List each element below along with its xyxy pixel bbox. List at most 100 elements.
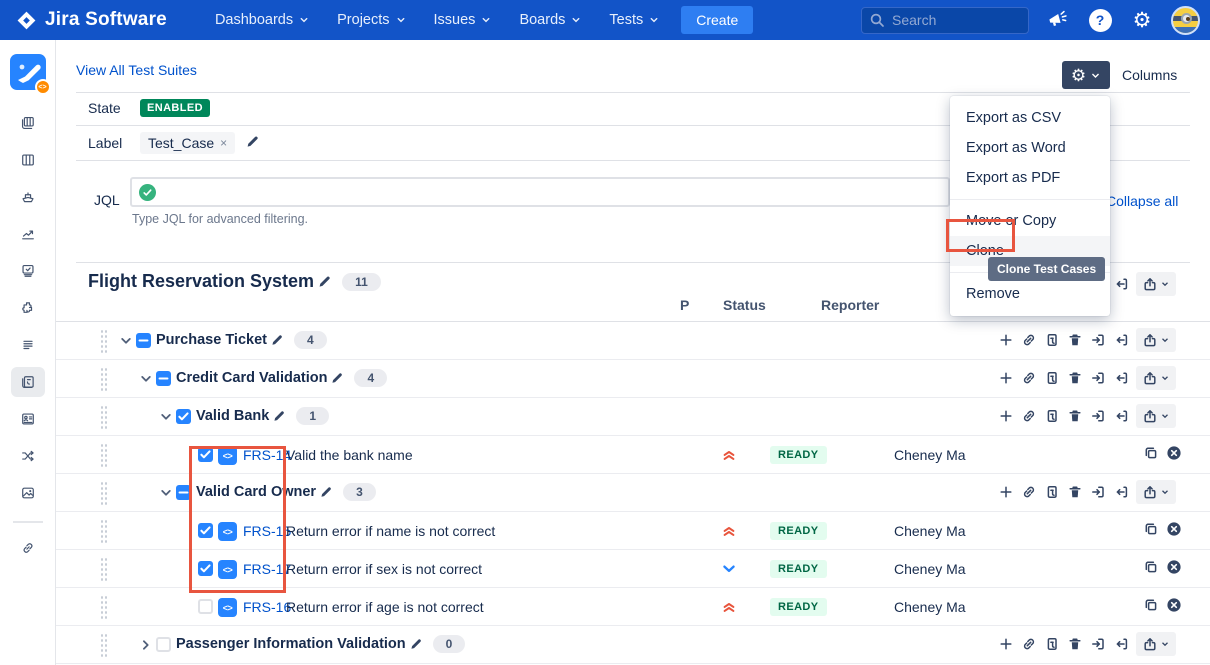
test-case-key-link[interactable]: FRS-16 — [243, 599, 291, 615]
move-out-icon[interactable] — [1113, 636, 1129, 652]
link-icon[interactable] — [1021, 484, 1037, 500]
clone-test-icon[interactable] — [1143, 445, 1159, 461]
sidebar-item-list-lines-icon[interactable] — [11, 330, 45, 360]
edit-pencil-icon[interactable] — [409, 637, 423, 651]
sidebar-item-contact-card-icon[interactable] — [11, 404, 45, 434]
remove-test-icon[interactable] — [1166, 559, 1182, 575]
test-checkbox-checked[interactable] — [198, 523, 213, 538]
trash-icon[interactable] — [1067, 332, 1083, 348]
label-edit-pencil-icon[interactable] — [245, 134, 260, 149]
copy-doc-icon[interactable] — [1044, 636, 1060, 652]
test-case-key-link[interactable]: FRS-14 — [243, 447, 291, 463]
announcements-megaphone-icon[interactable] — [1045, 7, 1071, 33]
add-icon[interactable] — [998, 408, 1014, 424]
drag-handle-icon[interactable] — [100, 367, 109, 391]
menu-item-export-as-csv[interactable]: Export as CSV — [950, 103, 1110, 133]
settings-gear-icon[interactable]: ⚙ — [1129, 7, 1155, 33]
move-in-icon[interactable] — [1090, 370, 1106, 386]
group-checkbox-indeterminate[interactable] — [176, 485, 191, 500]
export-menu-button[interactable] — [1136, 632, 1176, 656]
edit-pencil-icon[interactable] — [270, 333, 284, 347]
drag-handle-icon[interactable] — [100, 405, 109, 429]
export-menu-button[interactable] — [1136, 404, 1176, 428]
jql-input[interactable] — [130, 177, 950, 207]
move-out-icon[interactable] — [1113, 332, 1129, 348]
link-icon[interactable] — [1021, 332, 1037, 348]
view-all-test-suites-link[interactable]: View All Test Suites — [76, 62, 197, 78]
move-in-icon[interactable] — [1090, 332, 1106, 348]
move-out-icon[interactable] — [1113, 370, 1129, 386]
remove-test-icon[interactable] — [1166, 445, 1182, 461]
clone-test-icon[interactable] — [1143, 559, 1159, 575]
edit-pencil-icon[interactable] — [330, 371, 344, 385]
nav-menu-issues[interactable]: Issues — [424, 6, 502, 34]
move-out-icon[interactable] — [1113, 276, 1129, 292]
drag-handle-icon[interactable] — [100, 557, 109, 581]
add-icon[interactable] — [998, 484, 1014, 500]
copy-doc-icon[interactable] — [1044, 332, 1060, 348]
sidebar-item-board-columns-icon[interactable] — [11, 145, 45, 175]
trash-icon[interactable] — [1067, 636, 1083, 652]
help-icon[interactable]: ? — [1087, 7, 1113, 33]
sidebar-item-media-image-icon[interactable] — [11, 478, 45, 508]
export-menu-button[interactable] — [1136, 480, 1176, 504]
trash-icon[interactable] — [1067, 484, 1083, 500]
copy-doc-icon[interactable] — [1044, 370, 1060, 386]
sidebar-item-reports-chart-icon[interactable] — [11, 219, 45, 249]
chevron-down-icon[interactable] — [158, 409, 174, 425]
chevron-down-icon[interactable] — [158, 485, 174, 501]
collapse-all-link[interactable]: Collapse all — [1106, 193, 1178, 209]
group-checkbox-unchecked[interactable] — [156, 637, 171, 652]
nav-menu-projects[interactable]: Projects — [327, 6, 415, 34]
move-in-icon[interactable] — [1090, 408, 1106, 424]
link-icon[interactable] — [1021, 408, 1037, 424]
chevron-down-icon[interactable] — [138, 371, 154, 387]
move-in-icon[interactable] — [1090, 636, 1106, 652]
columns-button[interactable]: Columns — [1122, 67, 1177, 83]
sidebar-item-monitor-check-icon[interactable] — [11, 256, 45, 286]
add-icon[interactable] — [998, 332, 1014, 348]
export-menu-button[interactable] — [1136, 366, 1176, 390]
test-checkbox-checked[interactable] — [198, 447, 213, 462]
sidebar-item-link-chain-icon[interactable] — [11, 533, 45, 563]
drag-handle-icon[interactable] — [100, 481, 109, 505]
move-out-icon[interactable] — [1113, 408, 1129, 424]
chip-remove-icon[interactable]: × — [220, 136, 227, 150]
clone-test-icon[interactable] — [1143, 521, 1159, 537]
clone-test-icon[interactable] — [1143, 597, 1159, 613]
nav-menu-tests[interactable]: Tests — [599, 6, 669, 34]
copy-doc-icon[interactable] — [1044, 484, 1060, 500]
jira-logo[interactable]: Jira Software — [16, 9, 167, 31]
drag-handle-icon[interactable] — [100, 519, 109, 543]
menu-item-export-as-word[interactable]: Export as Word — [950, 133, 1110, 163]
move-in-icon[interactable] — [1090, 484, 1106, 500]
project-avatar-icon[interactable]: <> — [10, 54, 46, 90]
chevron-down-icon[interactable] — [118, 333, 134, 349]
remove-test-icon[interactable] — [1166, 597, 1182, 613]
sidebar-item-releases-ship-icon[interactable] — [11, 182, 45, 212]
drag-handle-icon[interactable] — [100, 329, 109, 353]
suite-edit-pencil-icon[interactable] — [317, 274, 332, 289]
menu-item-move-or-copy[interactable]: Move or Copy — [950, 206, 1110, 236]
add-icon[interactable] — [998, 636, 1014, 652]
test-checkbox-checked[interactable] — [198, 561, 213, 576]
group-checkbox-indeterminate[interactable] — [156, 371, 171, 386]
export-menu-button[interactable] — [1136, 328, 1176, 352]
nav-menu-dashboards[interactable]: Dashboards — [205, 6, 319, 34]
nav-menu-boards[interactable]: Boards — [509, 6, 591, 34]
edit-pencil-icon[interactable] — [272, 409, 286, 423]
trash-icon[interactable] — [1067, 408, 1083, 424]
add-icon[interactable] — [998, 370, 1014, 386]
test-case-key-link[interactable]: FRS-17 — [243, 561, 291, 577]
menu-item-export-as-pdf[interactable]: Export as PDF — [950, 163, 1110, 193]
sidebar-item-test-suites-icon[interactable] — [11, 367, 45, 397]
remove-test-icon[interactable] — [1166, 521, 1182, 537]
sidebar-item-shuffle-icon[interactable] — [11, 441, 45, 471]
user-avatar[interactable] — [1171, 6, 1200, 35]
drag-handle-icon[interactable] — [100, 595, 109, 619]
group-checkbox-indeterminate[interactable] — [136, 333, 151, 348]
trash-icon[interactable] — [1067, 370, 1083, 386]
test-case-key-link[interactable]: FRS-15 — [243, 523, 291, 539]
suite-settings-gear-button[interactable]: ⚙ — [1062, 61, 1110, 89]
chevron-right-icon[interactable] — [138, 637, 154, 653]
